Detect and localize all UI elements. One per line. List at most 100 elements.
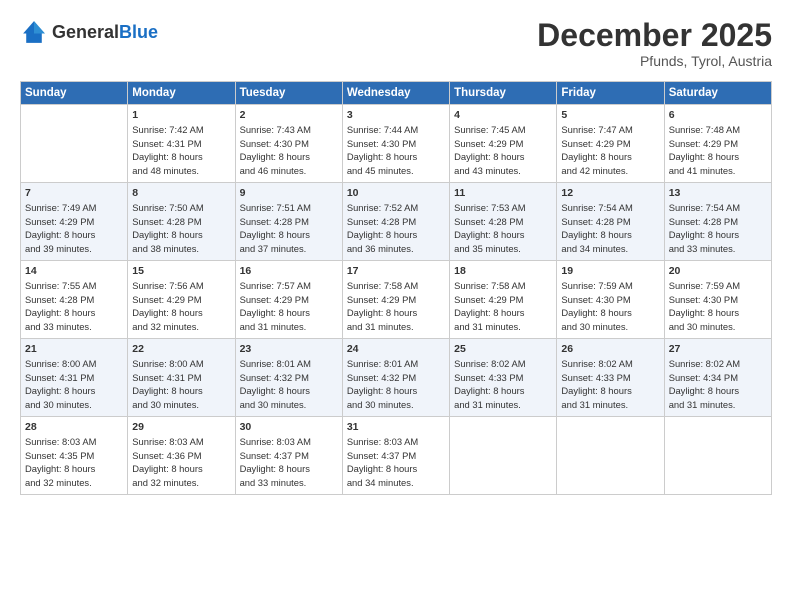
calendar-cell: 6Sunrise: 7:48 AM Sunset: 4:29 PM Daylig… xyxy=(664,105,771,183)
calendar-cell: 11 Sunrise: 7:53 AM Sunset: 4:28 PM Dayli… xyxy=(450,183,557,261)
calendar-cell: 12 Sunrise: 7:54 AM Sunset: 4:28 PM Dayli… xyxy=(557,183,664,261)
day-header-tuesday: Tuesday xyxy=(235,82,342,105)
day-number: 26 xyxy=(561,343,659,355)
calendar-cell: 3 Sunrise: 7:44 AM Sunset: 4:30 PM Daylig… xyxy=(342,105,449,183)
day-number: 3 xyxy=(347,109,445,121)
day-info: Sunrise: 7:53 AM Sunset: 4:28 PM Dayligh… xyxy=(454,201,552,256)
day-info: Sunrise: 7:51 AM Sunset: 4:28 PM Dayligh… xyxy=(240,201,338,256)
location: Pfunds, Tyrol, Austria xyxy=(537,53,772,69)
day-info: Sunrise: 7:59 AM Sunset: 4:30 PM Dayligh… xyxy=(669,279,767,334)
day-number: 21 xyxy=(25,343,123,355)
calendar-cell: 4 Sunrise: 7:45 AM Sunset: 4:29 PM Daylig… xyxy=(450,105,557,183)
day-info: Sunrise: 7:57 AM Sunset: 4:29 PM Dayligh… xyxy=(240,279,338,334)
calendar-cell: 27 Sunrise: 8:02 AM Sunset: 4:34 PM Dayli… xyxy=(664,339,771,417)
day-info: Sunrise: 8:00 AM Sunset: 4:31 PM Dayligh… xyxy=(25,357,123,412)
calendar-body: 1Sunrise: 7:42 AM Sunset: 4:31 PM Daylig… xyxy=(21,105,772,495)
calendar-cell xyxy=(664,417,771,495)
calendar-cell: 8Sunrise: 7:50 AM Sunset: 4:28 PM Daylig… xyxy=(128,183,235,261)
logo-general: General xyxy=(52,22,119,42)
day-header-friday: Friday xyxy=(557,82,664,105)
day-number: 12 xyxy=(561,187,659,199)
day-number: 5 xyxy=(561,109,659,121)
day-number: 28 xyxy=(25,421,123,433)
day-info: Sunrise: 8:02 AM Sunset: 4:33 PM Dayligh… xyxy=(561,357,659,412)
calendar-cell: 1Sunrise: 7:42 AM Sunset: 4:31 PM Daylig… xyxy=(128,105,235,183)
day-number: 11 xyxy=(454,187,552,199)
week-row-0: 1Sunrise: 7:42 AM Sunset: 4:31 PM Daylig… xyxy=(21,105,772,183)
day-number: 13 xyxy=(669,187,767,199)
day-info: Sunrise: 7:43 AM Sunset: 4:30 PM Dayligh… xyxy=(240,123,338,178)
day-info: Sunrise: 7:48 AM Sunset: 4:29 PM Dayligh… xyxy=(669,123,767,178)
day-number: 15 xyxy=(132,265,230,277)
calendar-cell: 5 Sunrise: 7:47 AM Sunset: 4:29 PM Daylig… xyxy=(557,105,664,183)
day-number: 24 xyxy=(347,343,445,355)
calendar-cell: 26 Sunrise: 8:02 AM Sunset: 4:33 PM Dayli… xyxy=(557,339,664,417)
calendar-cell: 2 Sunrise: 7:43 AM Sunset: 4:30 PM Daylig… xyxy=(235,105,342,183)
calendar-cell: 17 Sunrise: 7:58 AM Sunset: 4:29 PM Dayli… xyxy=(342,261,449,339)
day-number: 17 xyxy=(347,265,445,277)
calendar-cell: 18Sunrise: 7:58 AM Sunset: 4:29 PM Dayli… xyxy=(450,261,557,339)
day-number: 9 xyxy=(240,187,338,199)
day-info: Sunrise: 7:55 AM Sunset: 4:28 PM Dayligh… xyxy=(25,279,123,334)
day-info: Sunrise: 7:49 AM Sunset: 4:29 PM Dayligh… xyxy=(25,201,123,256)
day-info: Sunrise: 7:54 AM Sunset: 4:28 PM Dayligh… xyxy=(561,201,659,256)
day-header-wednesday: Wednesday xyxy=(342,82,449,105)
calendar-table: SundayMondayTuesdayWednesdayThursdayFrid… xyxy=(20,81,772,495)
week-row-1: 7 Sunrise: 7:49 AM Sunset: 4:29 PM Daylig… xyxy=(21,183,772,261)
day-info: Sunrise: 8:03 AM Sunset: 4:36 PM Dayligh… xyxy=(132,435,230,490)
header: GeneralBlue December 2025 Pfunds, Tyrol,… xyxy=(20,18,772,69)
day-info: Sunrise: 7:54 AM Sunset: 4:28 PM Dayligh… xyxy=(669,201,767,256)
calendar-header-row: SundayMondayTuesdayWednesdayThursdayFrid… xyxy=(21,82,772,105)
calendar-cell: 29 Sunrise: 8:03 AM Sunset: 4:36 PM Dayli… xyxy=(128,417,235,495)
day-number: 29 xyxy=(132,421,230,433)
day-info: Sunrise: 8:02 AM Sunset: 4:34 PM Dayligh… xyxy=(669,357,767,412)
day-number: 2 xyxy=(240,109,338,121)
calendar-cell: 25 Sunrise: 8:02 AM Sunset: 4:33 PM Dayli… xyxy=(450,339,557,417)
day-number: 25 xyxy=(454,343,552,355)
day-number: 7 xyxy=(25,187,123,199)
day-info: Sunrise: 7:56 AM Sunset: 4:29 PM Dayligh… xyxy=(132,279,230,334)
calendar-cell: 23Sunrise: 8:01 AM Sunset: 4:32 PM Dayli… xyxy=(235,339,342,417)
day-number: 31 xyxy=(347,421,445,433)
day-number: 20 xyxy=(669,265,767,277)
calendar-cell: 20 Sunrise: 7:59 AM Sunset: 4:30 PM Dayli… xyxy=(664,261,771,339)
day-info: Sunrise: 7:47 AM Sunset: 4:29 PM Dayligh… xyxy=(561,123,659,178)
calendar-cell: 7 Sunrise: 7:49 AM Sunset: 4:29 PM Daylig… xyxy=(21,183,128,261)
calendar-cell: 10Sunrise: 7:52 AM Sunset: 4:28 PM Dayli… xyxy=(342,183,449,261)
day-header-sunday: Sunday xyxy=(21,82,128,105)
title-block: December 2025 Pfunds, Tyrol, Austria xyxy=(537,18,772,69)
calendar-cell: 30 Sunrise: 8:03 AM Sunset: 4:37 PM Dayli… xyxy=(235,417,342,495)
day-info: Sunrise: 8:03 AM Sunset: 4:37 PM Dayligh… xyxy=(240,435,338,490)
day-number: 30 xyxy=(240,421,338,433)
day-info: Sunrise: 8:01 AM Sunset: 4:32 PM Dayligh… xyxy=(347,357,445,412)
day-info: Sunrise: 8:03 AM Sunset: 4:35 PM Dayligh… xyxy=(25,435,123,490)
page: GeneralBlue December 2025 Pfunds, Tyrol,… xyxy=(0,0,792,612)
day-number: 19 xyxy=(561,265,659,277)
day-number: 27 xyxy=(669,343,767,355)
logo-blue: Blue xyxy=(119,22,158,42)
calendar-cell: 24 Sunrise: 8:01 AM Sunset: 4:32 PM Dayli… xyxy=(342,339,449,417)
calendar-cell: 15 Sunrise: 7:56 AM Sunset: 4:29 PM Dayli… xyxy=(128,261,235,339)
day-number: 18 xyxy=(454,265,552,277)
day-header-saturday: Saturday xyxy=(664,82,771,105)
day-number: 23 xyxy=(240,343,338,355)
day-info: Sunrise: 8:03 AM Sunset: 4:37 PM Dayligh… xyxy=(347,435,445,490)
day-info: Sunrise: 7:58 AM Sunset: 4:29 PM Dayligh… xyxy=(347,279,445,334)
day-info: Sunrise: 8:00 AM Sunset: 4:31 PM Dayligh… xyxy=(132,357,230,412)
day-info: Sunrise: 7:42 AM Sunset: 4:31 PM Dayligh… xyxy=(132,123,230,178)
logo-icon xyxy=(20,18,48,46)
calendar-cell: 21 Sunrise: 8:00 AM Sunset: 4:31 PM Dayli… xyxy=(21,339,128,417)
day-info: Sunrise: 7:45 AM Sunset: 4:29 PM Dayligh… xyxy=(454,123,552,178)
logo: GeneralBlue xyxy=(20,18,158,46)
calendar-cell: 31 Sunrise: 8:03 AM Sunset: 4:37 PM Dayli… xyxy=(342,417,449,495)
month-title: December 2025 xyxy=(537,18,772,53)
calendar-cell: 19Sunrise: 7:59 AM Sunset: 4:30 PM Dayli… xyxy=(557,261,664,339)
calendar-cell: 28 Sunrise: 8:03 AM Sunset: 4:35 PM Dayli… xyxy=(21,417,128,495)
calendar-cell: 13 Sunrise: 7:54 AM Sunset: 4:28 PM Dayli… xyxy=(664,183,771,261)
day-info: Sunrise: 7:44 AM Sunset: 4:30 PM Dayligh… xyxy=(347,123,445,178)
day-number: 4 xyxy=(454,109,552,121)
calendar-cell: 22Sunrise: 8:00 AM Sunset: 4:31 PM Dayli… xyxy=(128,339,235,417)
day-info: Sunrise: 8:02 AM Sunset: 4:33 PM Dayligh… xyxy=(454,357,552,412)
calendar-cell xyxy=(450,417,557,495)
week-row-4: 28 Sunrise: 8:03 AM Sunset: 4:35 PM Dayli… xyxy=(21,417,772,495)
